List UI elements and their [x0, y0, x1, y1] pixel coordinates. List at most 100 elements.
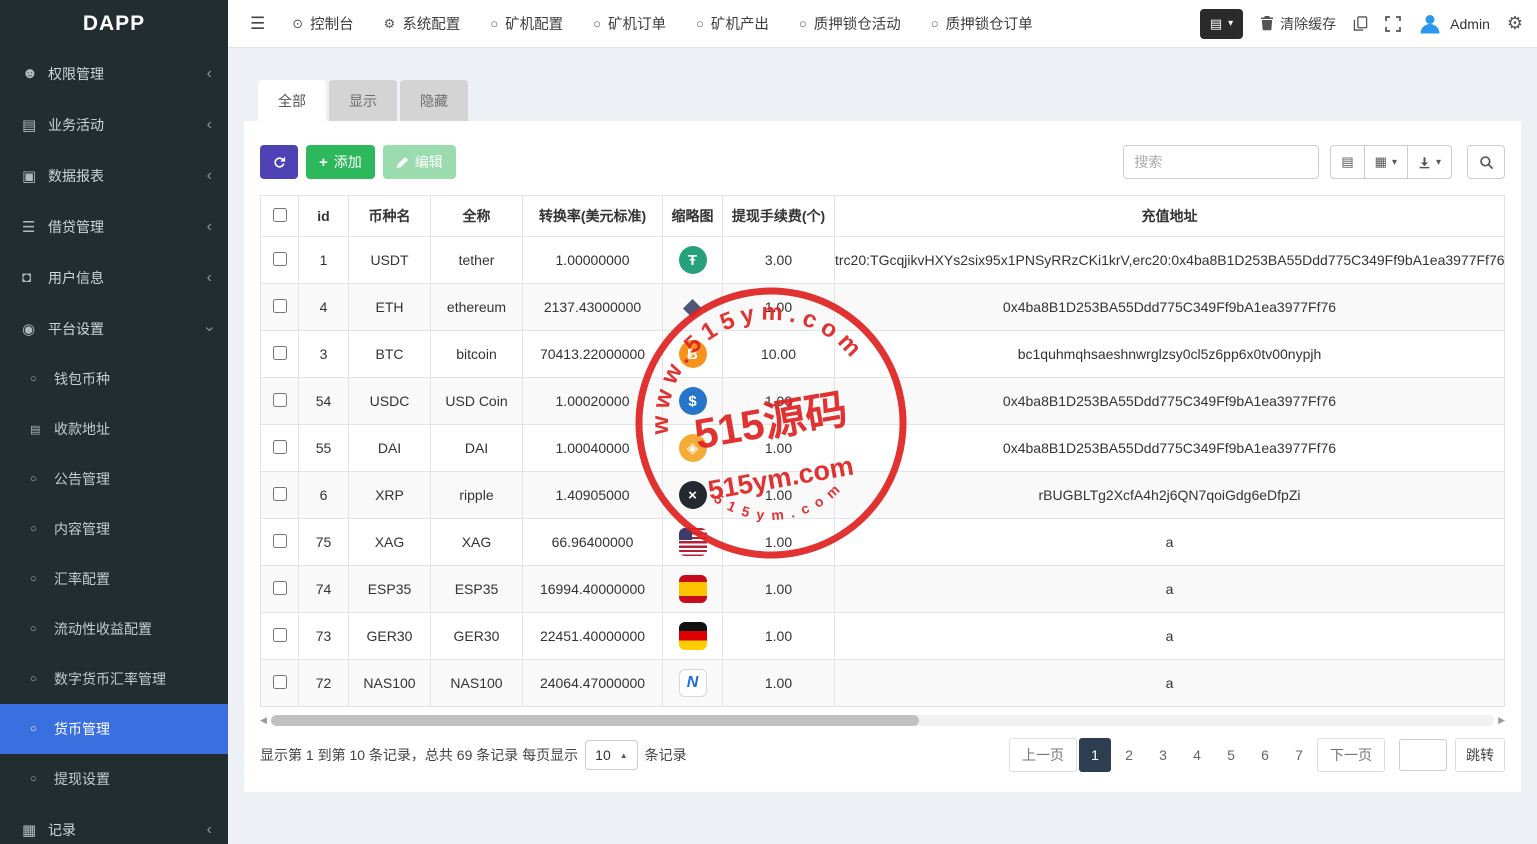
- column-header[interactable]: id: [299, 196, 349, 237]
- page-size-select[interactable]: 10 ▲: [585, 740, 638, 770]
- export-button[interactable]: ▾: [1408, 145, 1452, 179]
- prev-page-button[interactable]: 上一页: [1009, 738, 1077, 772]
- column-header[interactable]: 全称: [431, 196, 523, 237]
- table-row[interactable]: 54 USDC USD Coin 1.00020000 $ 1.00 0x4ba…: [261, 378, 1505, 425]
- page-number-1[interactable]: 1: [1079, 738, 1111, 772]
- sidebar-item-reports[interactable]: ▣数据报表‹: [0, 150, 228, 201]
- sidebar-subitem-liquidity-income[interactable]: ○流动性收益配置: [0, 604, 228, 654]
- sidebar-subitem-announcements[interactable]: ○公告管理: [0, 454, 228, 504]
- sidebar-item-permissions[interactable]: ☻权限管理‹: [0, 48, 228, 99]
- row-checkbox[interactable]: [273, 299, 287, 313]
- sidebar-subitem-deposit-address[interactable]: ▤收款地址: [0, 404, 228, 454]
- add-button[interactable]: +添加: [306, 145, 375, 179]
- nav-item-miner-output[interactable]: ○矿机产出: [681, 0, 784, 48]
- copy-button[interactable]: [1353, 16, 1368, 31]
- page-number-6[interactable]: 6: [1249, 738, 1281, 772]
- nav-item-miner-orders[interactable]: ○矿机订单: [578, 0, 681, 48]
- scroll-right-icon[interactable]: ▶: [1498, 715, 1505, 726]
- column-header[interactable]: 提现手续费(个): [723, 196, 835, 237]
- sidebar-subitem-exchange-rate[interactable]: ○汇率配置: [0, 554, 228, 604]
- menu-toggle-icon[interactable]: ☰: [238, 14, 277, 34]
- horizontal-scrollbar[interactable]: ◀ ▶: [260, 715, 1505, 726]
- jump-button[interactable]: 跳转: [1455, 738, 1505, 772]
- row-checkbox[interactable]: [273, 346, 287, 360]
- cell-checkbox: [261, 660, 299, 707]
- sidebar-subitem-content[interactable]: ○内容管理: [0, 504, 228, 554]
- scrollbar-track[interactable]: [271, 715, 1494, 726]
- chevron-icon: ‹: [207, 821, 212, 839]
- sidebar-item-user-info[interactable]: ◘用户信息‹: [0, 252, 228, 303]
- globe-icon: ◉: [22, 320, 48, 338]
- nav-item-staking-activities[interactable]: ○质押锁仓活动: [784, 0, 916, 48]
- sidebar-item-lending[interactable]: ☰借贷管理‹: [0, 201, 228, 252]
- users-icon: ☻: [22, 65, 48, 82]
- table-row[interactable]: 55 DAI DAI 1.00040000 ◈ 1.00 0x4ba8B1D25…: [261, 425, 1505, 472]
- detail-view-button[interactable]: ▤: [1330, 145, 1364, 179]
- page-number-5[interactable]: 5: [1215, 738, 1247, 772]
- scrollbar-thumb[interactable]: [271, 715, 919, 726]
- refresh-button[interactable]: [260, 145, 298, 179]
- column-header[interactable]: 充值地址: [835, 196, 1505, 237]
- page-number-2[interactable]: 2: [1113, 738, 1145, 772]
- row-checkbox[interactable]: [273, 628, 287, 642]
- chevron-icon: ‹: [207, 116, 212, 134]
- row-checkbox[interactable]: [273, 440, 287, 454]
- clear-cache-button[interactable]: 清除缓存: [1260, 14, 1336, 34]
- tab-hidden[interactable]: 隐藏: [400, 80, 468, 121]
- column-header[interactable]: 缩略图: [663, 196, 723, 237]
- sidebar-subitem-wallet-coins[interactable]: ○钱包币种: [0, 354, 228, 404]
- table-row[interactable]: 6 XRP ripple 1.40905000 × 1.00 rBUGBLTg2…: [261, 472, 1505, 519]
- tab-visible[interactable]: 显示: [329, 80, 397, 121]
- search-input[interactable]: [1123, 145, 1319, 179]
- pencil-icon: [396, 156, 409, 169]
- edit-button[interactable]: 编辑: [383, 145, 456, 179]
- circle-icon: ○: [30, 723, 54, 735]
- sidebar-item-platform-settings[interactable]: ◉平台设置‹: [0, 303, 228, 354]
- row-checkbox[interactable]: [273, 534, 287, 548]
- row-checkbox[interactable]: [273, 393, 287, 407]
- select-all-checkbox[interactable]: [273, 208, 287, 222]
- fullscreen-button[interactable]: [1385, 16, 1401, 32]
- columns-button[interactable]: ▦▾: [1365, 145, 1408, 179]
- summary-suffix: 条记录: [645, 745, 687, 765]
- page-number-4[interactable]: 4: [1181, 738, 1213, 772]
- nav-item-console[interactable]: ⊙控制台: [277, 0, 368, 48]
- nav-item-system-config[interactable]: ⚙系统配置: [369, 0, 476, 48]
- table-row[interactable]: 73 GER30 GER30 22451.40000000 1.00 a: [261, 613, 1505, 660]
- tab-all[interactable]: 全部: [258, 80, 326, 121]
- user-menu[interactable]: Admin: [1418, 12, 1490, 36]
- row-checkbox[interactable]: [273, 252, 287, 266]
- page-number-3[interactable]: 3: [1147, 738, 1179, 772]
- jump-page-input[interactable]: [1399, 739, 1447, 771]
- sidebar-subitem-crypto-rate[interactable]: ○数字货币汇率管理: [0, 654, 228, 704]
- settings-gear-icon[interactable]: ⚙: [1507, 13, 1523, 34]
- table-row[interactable]: 1 USDT tether 1.00000000 Ŧ 3.00 trc20:TG…: [261, 237, 1505, 284]
- table-search-button[interactable]: [1467, 145, 1505, 179]
- scroll-left-icon[interactable]: ◀: [260, 715, 267, 726]
- germany-flag-icon: [679, 622, 707, 650]
- table-row[interactable]: 74 ESP35 ESP35 16994.40000000 1.00 a: [261, 566, 1505, 613]
- summary-text: 显示第 1 到第 10 条记录，总共 69 条记录 每页显示: [260, 745, 578, 765]
- caret-down-icon: ▾: [1392, 157, 1397, 168]
- sidebar-subitem-withdraw-settings[interactable]: ○提现设置: [0, 754, 228, 804]
- sidebar-item-business[interactable]: ▤业务活动‹: [0, 99, 228, 150]
- page-number-7[interactable]: 7: [1283, 738, 1315, 772]
- sidebar-item-records[interactable]: ▦记录‹: [0, 804, 228, 844]
- row-checkbox[interactable]: [273, 675, 287, 689]
- table-row[interactable]: 4 ETH ethereum 2137.43000000 ◆ 1.00 0x4b…: [261, 284, 1505, 331]
- sidebar-subitem-currency-management[interactable]: ○货币管理: [0, 704, 228, 754]
- column-header[interactable]: 转换率(美元标准): [523, 196, 663, 237]
- table-row[interactable]: 75 XAG XAG 66.96400000 1.00 a: [261, 519, 1505, 566]
- column-header[interactable]: 币种名: [349, 196, 431, 237]
- cell-thumbnail: ◈: [663, 425, 723, 472]
- app-logo: DAPP: [0, 0, 228, 48]
- nav-item-staking-orders[interactable]: ○质押锁仓订单: [916, 0, 1048, 48]
- table-row[interactable]: 72 NAS100 NAS100 24064.47000000 N 1.00 a: [261, 660, 1505, 707]
- table-row[interactable]: 3 BTC bitcoin 70413.22000000 Ƀ 10.00 bc1…: [261, 331, 1505, 378]
- row-checkbox[interactable]: [273, 487, 287, 501]
- view-menu-button[interactable]: ▤▾: [1200, 9, 1243, 39]
- row-checkbox[interactable]: [273, 581, 287, 595]
- nav-item-miner-config[interactable]: ○矿机配置: [475, 0, 578, 48]
- next-page-button[interactable]: 下一页: [1317, 738, 1385, 772]
- table-toolbar: +添加 编辑 ▤ ▦▾: [260, 145, 1505, 179]
